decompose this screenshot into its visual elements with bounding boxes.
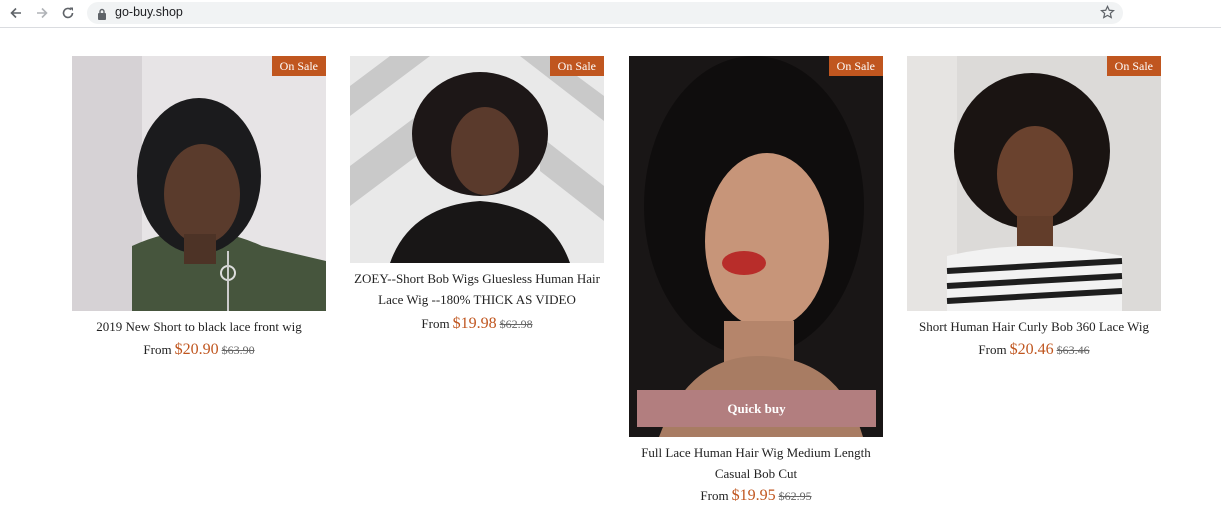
- from-label: From: [978, 342, 1007, 357]
- forward-arrow-icon[interactable]: [31, 3, 53, 23]
- compare-price: $63.90: [221, 343, 255, 357]
- quick-buy-button[interactable]: Quick buy: [637, 390, 876, 427]
- reload-icon[interactable]: [57, 3, 79, 23]
- sale-price: $20.90: [174, 341, 219, 358]
- sale-price: $20.46: [1009, 341, 1054, 358]
- lock-icon: [97, 7, 107, 25]
- product-image[interactable]: On Sale: [907, 56, 1161, 311]
- from-label: From: [421, 316, 450, 331]
- price-line: From $20.46 $63.46: [907, 341, 1161, 359]
- compare-price: $63.46: [1056, 343, 1090, 357]
- star-icon[interactable]: [1100, 4, 1115, 25]
- sale-price: $19.98: [452, 315, 497, 332]
- url-text: go-buy.shop: [115, 5, 183, 19]
- compare-price: $62.98: [499, 317, 533, 331]
- product-image[interactable]: On Sale: [350, 56, 604, 263]
- price-line: From $19.98 $62.98: [350, 315, 604, 333]
- product-title[interactable]: Full Lace Human Hair Wig Medium Length C…: [629, 442, 883, 484]
- sale-price: $19.95: [731, 487, 776, 504]
- product-image[interactable]: On Sale Quick buy: [629, 56, 883, 437]
- on-sale-badge: On Sale: [271, 56, 326, 76]
- compare-price: $62.95: [778, 489, 812, 503]
- product-title[interactable]: 2019 New Short to black lace front wig: [72, 316, 326, 337]
- product-title[interactable]: ZOEY--Short Bob Wigs Gluesless Human Hai…: [350, 268, 604, 310]
- from-label: From: [143, 342, 172, 357]
- back-arrow-icon[interactable]: [5, 3, 27, 23]
- on-sale-badge: On Sale: [549, 56, 604, 76]
- price-line: From $20.90 $63.90: [72, 341, 326, 359]
- on-sale-badge: On Sale: [1106, 56, 1161, 76]
- product-image[interactable]: On Sale: [72, 56, 326, 311]
- address-bar[interactable]: go-buy.shop: [87, 2, 1123, 24]
- price-line: From $19.95 $62.95: [629, 487, 883, 505]
- browser-toolbar: go-buy.shop: [0, 0, 1221, 28]
- on-sale-badge: On Sale: [828, 56, 883, 76]
- from-label: From: [700, 488, 729, 503]
- product-title[interactable]: Short Human Hair Curly Bob 360 Lace Wig: [907, 316, 1161, 337]
